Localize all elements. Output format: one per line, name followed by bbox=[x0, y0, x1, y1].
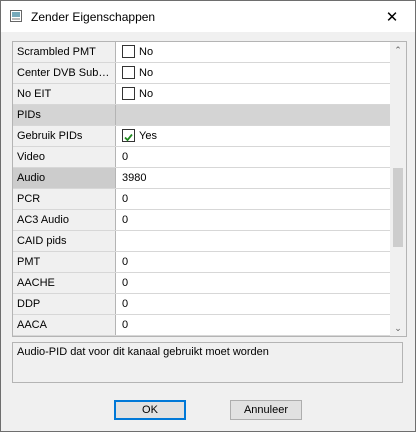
property-row[interactable]: AACA 0 bbox=[13, 315, 390, 336]
checkbox[interactable] bbox=[122, 66, 135, 79]
property-name: Video bbox=[13, 147, 116, 167]
close-button[interactable]: ✕ bbox=[369, 1, 415, 32]
ok-button[interactable]: OK bbox=[114, 400, 186, 420]
property-row[interactable]: Gebruik PIDs Yes bbox=[13, 126, 390, 147]
property-value[interactable]: 0 bbox=[116, 315, 390, 335]
cancel-button[interactable]: Annuleer bbox=[230, 400, 302, 420]
property-name: PMT bbox=[13, 252, 116, 272]
property-row[interactable]: Video 0 bbox=[13, 147, 390, 168]
property-name: Gebruik PIDs bbox=[13, 126, 116, 146]
checkbox-label: No bbox=[139, 88, 154, 100]
checkbox-label: No bbox=[139, 46, 154, 58]
property-name: Center DVB Sub… bbox=[13, 63, 116, 83]
property-row[interactable]: AC3 Audio 0 bbox=[13, 210, 390, 231]
property-name: DDP bbox=[13, 294, 116, 314]
property-value[interactable]: Yes bbox=[116, 126, 390, 146]
property-name: Scrambled PMT bbox=[13, 42, 116, 62]
app-icon bbox=[10, 10, 22, 22]
checkbox[interactable] bbox=[122, 45, 135, 58]
property-value[interactable]: 0 bbox=[116, 252, 390, 272]
property-name: Audio bbox=[13, 168, 116, 188]
property-value[interactable]: 0 bbox=[116, 147, 390, 167]
chevron-down-icon: ⌄ bbox=[394, 322, 402, 333]
property-value[interactable] bbox=[116, 231, 390, 251]
property-value[interactable]: 0 bbox=[116, 189, 390, 209]
scroll-up-button[interactable]: ⌃ bbox=[390, 42, 406, 58]
title-bar[interactable]: Zender Eigenschappen ✕ bbox=[1, 1, 415, 32]
property-name: CAID pids bbox=[13, 231, 116, 251]
property-value[interactable]: No bbox=[116, 63, 390, 83]
checkbox-label: Yes bbox=[139, 130, 157, 142]
property-value[interactable]: No bbox=[116, 42, 390, 62]
dialog-window: Zender Eigenschappen ✕ Scrambled PMT No Ce… bbox=[0, 0, 416, 432]
property-row[interactable]: CAID pids bbox=[13, 231, 390, 252]
property-name: AACA bbox=[13, 315, 116, 335]
checkmark-icon bbox=[124, 133, 133, 142]
checkbox-label: No bbox=[139, 67, 154, 79]
property-name: PIDs bbox=[13, 105, 116, 125]
close-icon: ✕ bbox=[385, 8, 399, 26]
property-row[interactable]: No EIT No bbox=[13, 84, 390, 105]
vertical-scrollbar[interactable]: ⌃ ⌄ bbox=[390, 42, 406, 336]
property-value[interactable]: 0 bbox=[116, 210, 390, 230]
property-name: AC3 Audio bbox=[13, 210, 116, 230]
property-name: No EIT bbox=[13, 84, 116, 104]
property-value[interactable]: No bbox=[116, 84, 390, 104]
scroll-down-button[interactable]: ⌄ bbox=[390, 320, 406, 336]
property-row[interactable]: DDP 0 bbox=[13, 294, 390, 315]
property-row[interactable]: Scrambled PMT No bbox=[13, 42, 390, 63]
chevron-up-icon: ⌃ bbox=[394, 44, 402, 55]
property-row[interactable]: Center DVB Sub… No bbox=[13, 63, 390, 84]
property-grid[interactable]: Scrambled PMT No Center DVB Sub… No No EIT No… bbox=[12, 41, 407, 337]
checkbox[interactable] bbox=[122, 87, 135, 100]
checkbox-checked[interactable] bbox=[122, 129, 135, 142]
property-rows: Scrambled PMT No Center DVB Sub… No No EIT No… bbox=[13, 42, 390, 336]
property-value[interactable]: 0 bbox=[116, 273, 390, 293]
property-name: AACHE bbox=[13, 273, 116, 293]
property-row[interactable]: AACHE 0 bbox=[13, 273, 390, 294]
property-value[interactable]: 0 bbox=[116, 294, 390, 314]
property-description: Audio-PID dat voor dit kanaal gebruikt m… bbox=[12, 342, 403, 383]
category-row[interactable]: PIDs bbox=[13, 105, 390, 126]
property-row[interactable]: PCR 0 bbox=[13, 189, 390, 210]
scrollbar-thumb[interactable] bbox=[393, 168, 403, 247]
property-value[interactable]: 3980 bbox=[116, 168, 390, 188]
property-name: PCR bbox=[13, 189, 116, 209]
property-row[interactable]: PMT 0 bbox=[13, 252, 390, 273]
property-value bbox=[116, 105, 390, 125]
property-row[interactable]: Audio 3980 bbox=[13, 168, 390, 189]
window-title: Zender Eigenschappen bbox=[31, 10, 156, 24]
